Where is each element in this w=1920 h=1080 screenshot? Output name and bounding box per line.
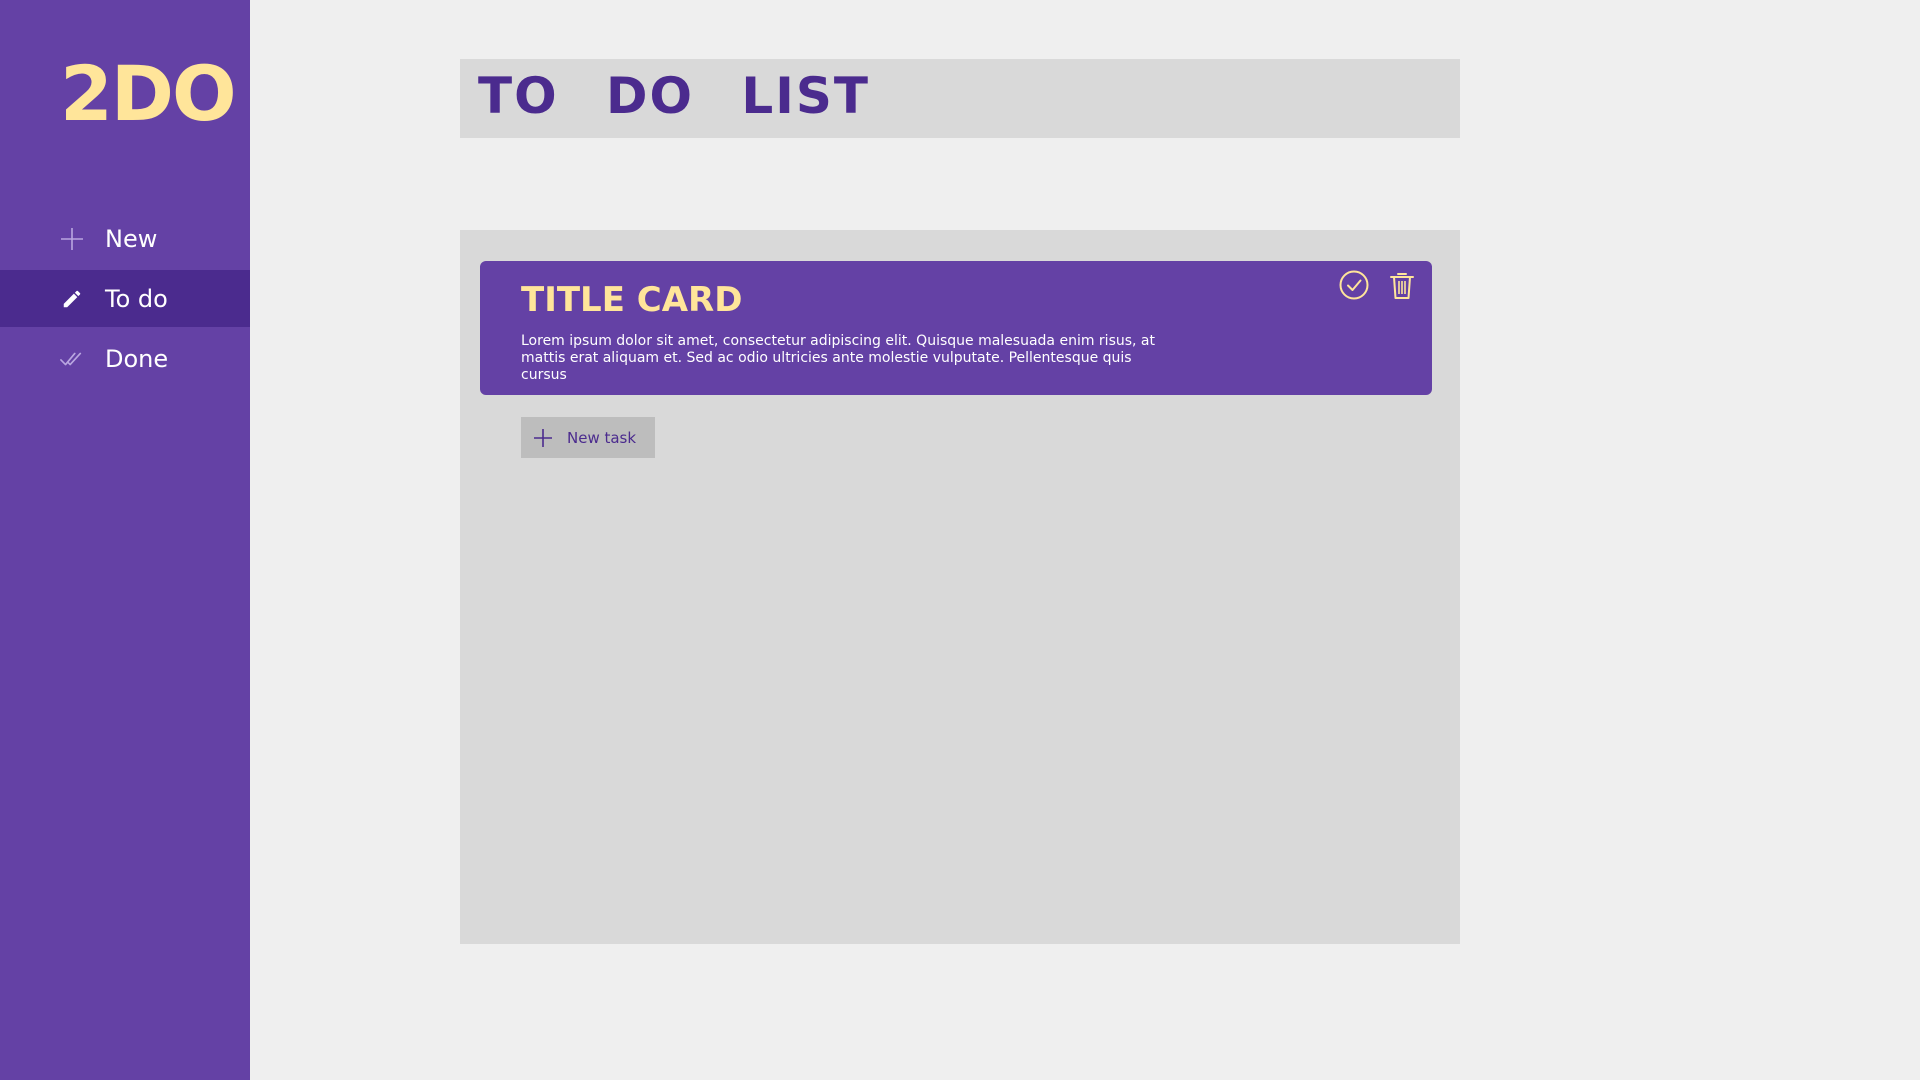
page-title: TO DO LIST (478, 67, 871, 125)
sidebar-item-label: To do (105, 284, 168, 313)
page-header: TO DO LIST (460, 59, 1460, 138)
task-board: TITLE CARD Lorem ipsum dolor sit amet, c… (460, 230, 1460, 944)
card-description: Lorem ipsum dolor sit amet, consectetur … (521, 333, 1155, 383)
sidebar-nav: New To do Done (0, 210, 250, 390)
sidebar-item-new[interactable]: New (0, 210, 250, 267)
plus-icon (533, 428, 553, 448)
sidebar-item-label: Done (105, 344, 169, 373)
pencil-icon (60, 287, 84, 311)
trash-icon[interactable] (1386, 269, 1418, 301)
plus-icon (60, 227, 84, 251)
new-task-button[interactable]: New task (521, 417, 655, 458)
app-logo[interactable]: 2DO (60, 56, 237, 132)
sidebar-item-done[interactable]: Done (0, 330, 250, 387)
sidebar-item-label: New (105, 224, 158, 253)
task-card[interactable]: TITLE CARD Lorem ipsum dolor sit amet, c… (480, 261, 1432, 395)
card-title: TITLE CARD (521, 280, 743, 320)
check-circle-icon[interactable] (1338, 269, 1370, 301)
sidebar: 2DO New To do Done (0, 0, 250, 1080)
double-check-icon (60, 347, 84, 371)
sidebar-item-todo[interactable]: To do (0, 270, 250, 327)
new-task-label: New task (567, 428, 637, 447)
card-actions (1338, 269, 1418, 301)
